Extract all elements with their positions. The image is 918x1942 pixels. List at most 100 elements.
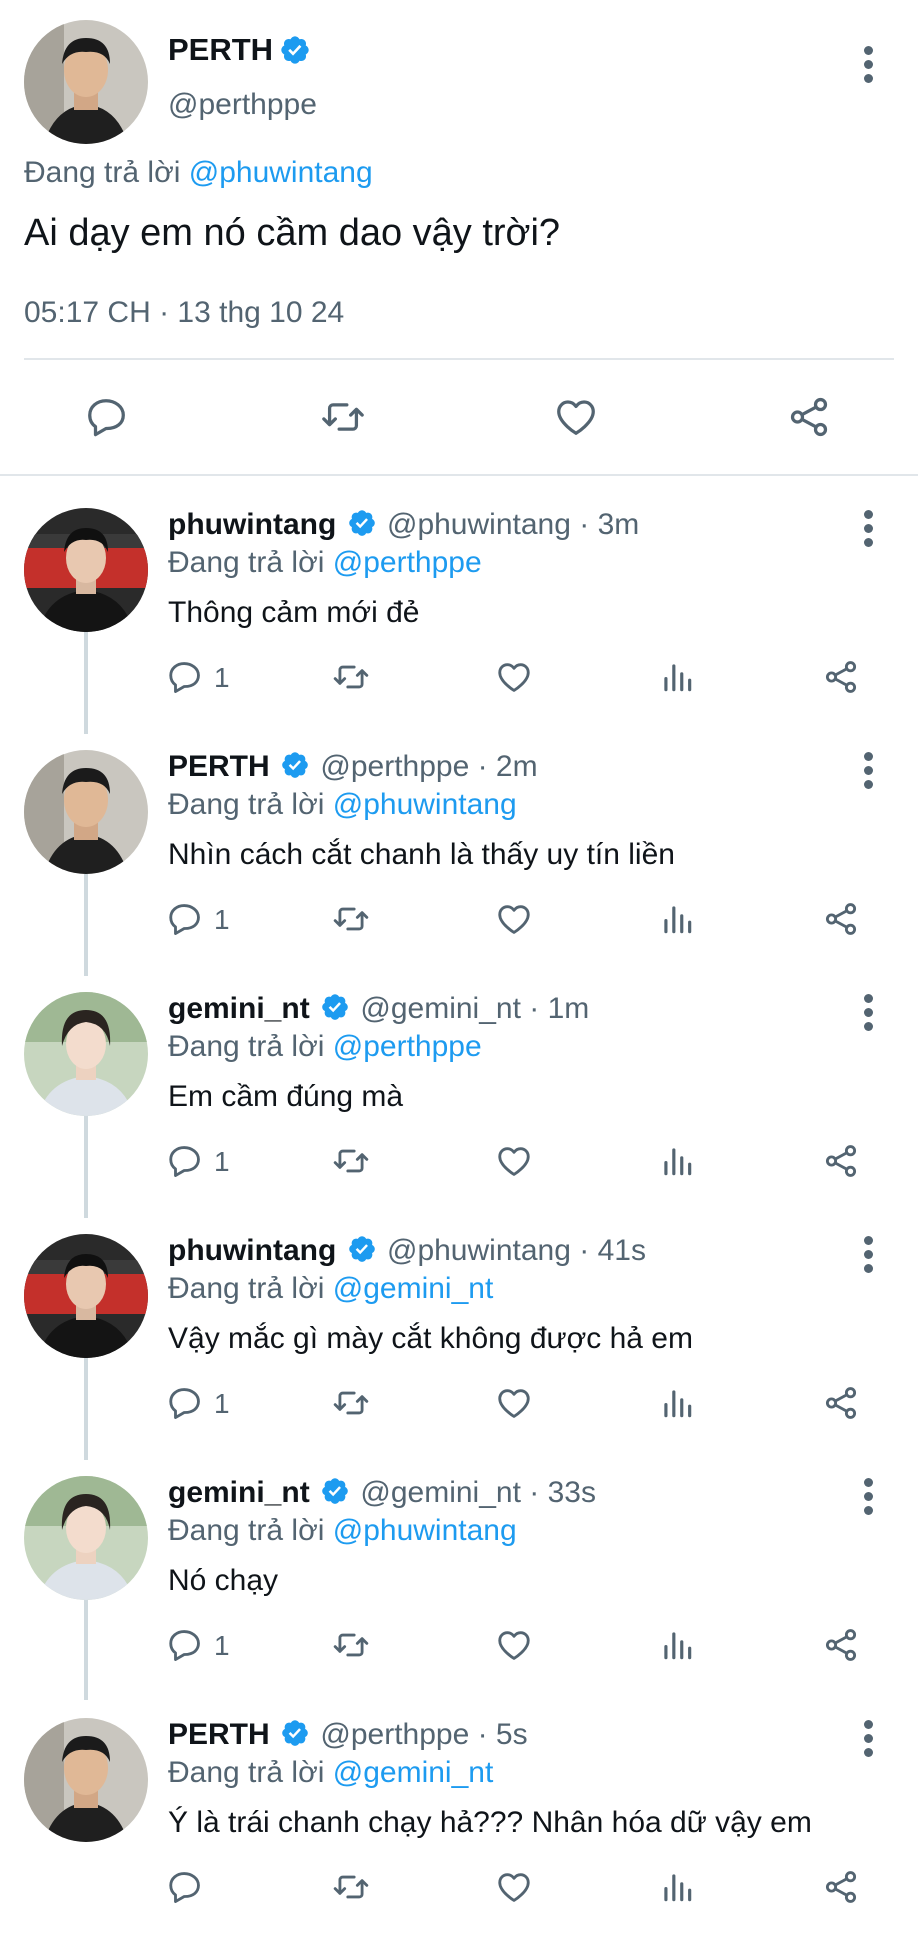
author-name[interactable]: phuwintang xyxy=(168,508,336,541)
like-icon[interactable] xyxy=(494,1142,534,1180)
views-icon[interactable] xyxy=(658,1626,696,1664)
avatar-gemini[interactable] xyxy=(24,992,148,1116)
reply-to-link[interactable]: @gemini_nt xyxy=(333,1272,494,1305)
share-icon[interactable] xyxy=(822,1626,860,1664)
reply-text: Thông cảm mới đẻ xyxy=(168,596,420,629)
author-name[interactable]: PERTH xyxy=(168,1718,270,1751)
share-icon[interactable] xyxy=(822,658,860,696)
author-handle[interactable]: @gemini_nt xyxy=(360,1476,521,1509)
reply-context: Đang trả lời @gemini_nt xyxy=(168,1756,493,1790)
like-icon[interactable] xyxy=(494,1626,534,1664)
retweet-icon[interactable] xyxy=(330,900,372,938)
views-icon[interactable] xyxy=(658,658,696,696)
reply-to-link[interactable]: @phuwintang xyxy=(189,156,373,189)
more-icon[interactable] xyxy=(864,994,874,1036)
reply-context: Đang trả lời @perthppe xyxy=(168,1030,482,1064)
reply-prefix: Đang trả lời xyxy=(168,1514,325,1547)
reply-icon[interactable] xyxy=(166,900,204,938)
avatar-perth[interactable] xyxy=(24,1718,148,1842)
retweet-icon[interactable] xyxy=(330,1868,372,1906)
reply-header: phuwintang @phuwintang · 3m xyxy=(168,508,639,542)
reply-tweet-6[interactable]: PERTH @perthppe · 5s Đang trả lời @gemin… xyxy=(0,1700,918,1942)
reply-tweet-4[interactable]: phuwintang @phuwintang · 41s Đang trả lờ… xyxy=(0,1216,918,1458)
views-icon[interactable] xyxy=(658,900,696,938)
share-icon[interactable] xyxy=(822,1384,860,1422)
reply-to-link[interactable]: @phuwintang xyxy=(333,1514,517,1547)
reply-context: Đang trả lời @gemini_nt xyxy=(168,1272,493,1306)
author-name[interactable]: phuwintang xyxy=(168,1234,336,1267)
author-name[interactable]: gemini_nt xyxy=(168,992,310,1025)
share-icon[interactable] xyxy=(822,900,860,938)
author-handle[interactable]: @phuwintang xyxy=(387,1234,571,1267)
like-icon[interactable] xyxy=(494,658,534,696)
reply-tweet-3[interactable]: gemini_nt @gemini_nt · 1m Đang trả lời @… xyxy=(0,974,918,1216)
share-icon[interactable] xyxy=(822,1142,860,1180)
reply-icon[interactable] xyxy=(166,1868,204,1906)
avatar-perth[interactable] xyxy=(24,750,148,874)
avatar-phuwin[interactable] xyxy=(24,508,148,632)
like-icon[interactable] xyxy=(494,900,534,938)
reply-time: · 2m xyxy=(477,750,538,783)
reply-icon[interactable] xyxy=(166,658,204,696)
reply-icon[interactable] xyxy=(84,394,130,440)
reply-to-link[interactable]: @perthppe xyxy=(333,546,482,579)
like-icon[interactable] xyxy=(552,394,600,440)
reply-text: Vậy mắc gì mày cắt không được hả em xyxy=(168,1322,693,1355)
reply-icon[interactable] xyxy=(166,1142,204,1180)
like-icon[interactable] xyxy=(494,1868,534,1906)
retweet-icon[interactable] xyxy=(330,658,372,696)
reply-header: PERTH @perthppe · 5s xyxy=(168,1718,528,1752)
more-icon[interactable] xyxy=(864,1236,874,1278)
share-icon[interactable] xyxy=(822,1868,860,1906)
reply-time: · 3m xyxy=(579,508,640,541)
views-icon[interactable] xyxy=(658,1868,696,1906)
more-icon[interactable] xyxy=(864,1720,874,1762)
reply-icon[interactable] xyxy=(166,1384,204,1422)
author-handle[interactable]: @perthppe xyxy=(168,88,317,122)
reply-text: Nó chạy xyxy=(168,1564,279,1597)
more-icon[interactable] xyxy=(864,46,874,88)
reply-context: Đang trả lời @phuwintang xyxy=(24,156,373,190)
more-icon[interactable] xyxy=(864,752,874,794)
more-icon[interactable] xyxy=(864,510,874,552)
verified-icon xyxy=(282,752,308,778)
reply-to-link[interactable]: @gemini_nt xyxy=(333,1756,494,1789)
retweet-icon[interactable] xyxy=(330,1142,372,1180)
reply-tweet-1[interactable]: phuwintang @phuwintang · 3m Đang trả lời… xyxy=(0,490,918,732)
more-icon[interactable] xyxy=(864,1478,874,1520)
reply-to-link[interactable]: @phuwintang xyxy=(333,788,517,821)
reply-context: Đang trả lời @phuwintang xyxy=(168,1514,517,1548)
author-handle[interactable]: @perthppe xyxy=(320,1718,469,1751)
avatar-perth[interactable] xyxy=(24,20,148,144)
retweet-icon[interactable] xyxy=(318,394,368,440)
reply-tweet-5[interactable]: gemini_nt @gemini_nt · 33s Đang trả lời … xyxy=(0,1458,918,1700)
like-icon[interactable] xyxy=(494,1384,534,1422)
reply-context: Đang trả lời @perthppe xyxy=(168,546,482,580)
reply-to-link[interactable]: @perthppe xyxy=(333,1030,482,1063)
tweet-timestamp: 05:17 CH · 13 thg 10 24 xyxy=(24,296,345,329)
reply-context: Đang trả lời @phuwintang xyxy=(168,788,517,822)
reply-prefix: Đang trả lời xyxy=(168,788,325,821)
reply-prefix: Đang trả lời xyxy=(168,1030,325,1063)
reply-tweet-2[interactable]: PERTH @perthppe · 2m Đang trả lời @phuwi… xyxy=(0,732,918,974)
views-icon[interactable] xyxy=(658,1142,696,1180)
reply-count: 1 xyxy=(214,1146,230,1177)
share-icon[interactable] xyxy=(786,394,832,440)
tweet-text: Ai dạy em nó cầm dao vậy trời? xyxy=(24,212,561,254)
author-handle[interactable]: @perthppe xyxy=(320,750,469,783)
author-name[interactable]: PERTH xyxy=(168,32,273,68)
reply-icon[interactable] xyxy=(166,1626,204,1664)
avatar-gemini[interactable] xyxy=(24,1476,148,1600)
reply-header: PERTH @perthppe · 2m xyxy=(168,750,538,784)
views-icon[interactable] xyxy=(658,1384,696,1422)
author-handle[interactable]: @phuwintang xyxy=(387,508,571,541)
reply-count: 1 xyxy=(214,662,230,693)
author-handle[interactable]: @gemini_nt xyxy=(360,992,521,1025)
avatar-phuwin[interactable] xyxy=(24,1234,148,1358)
author-name[interactable]: gemini_nt xyxy=(168,1476,310,1509)
author-name[interactable]: PERTH xyxy=(168,750,270,783)
retweet-icon[interactable] xyxy=(330,1626,372,1664)
reply-prefix: Đang trả lời xyxy=(168,1756,325,1789)
verified-icon xyxy=(282,1720,308,1746)
retweet-icon[interactable] xyxy=(330,1384,372,1422)
